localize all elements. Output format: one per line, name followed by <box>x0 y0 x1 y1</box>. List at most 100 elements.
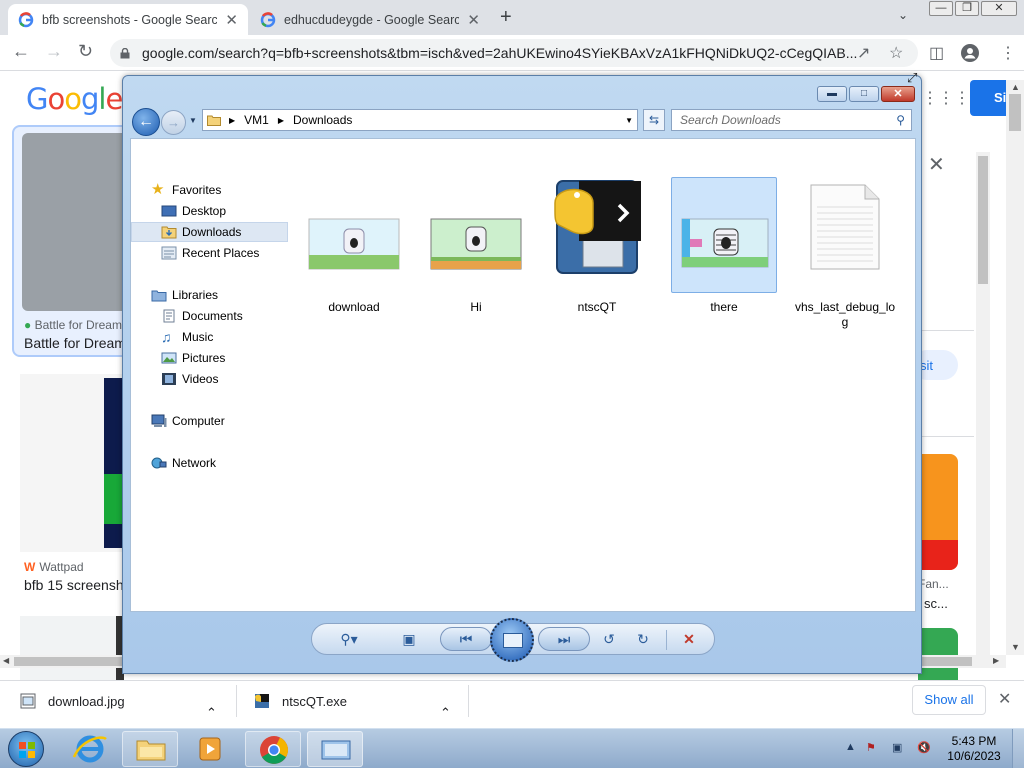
close-downloads-bar-icon[interactable]: ✕ <box>998 689 1011 709</box>
result-title[interactable]: Battle for Dream <box>24 335 126 351</box>
explorer-address-bar[interactable]: ▶ VM1 ▶ Downloads ▼ <box>202 109 638 131</box>
breadcrumb-vm1[interactable]: VM1 <box>244 113 269 127</box>
rotate-counterclockwise-icon[interactable]: ↺ <box>596 628 622 650</box>
reload-icon[interactable]: ↻ <box>78 41 93 62</box>
nav-desktop[interactable]: Desktop <box>161 204 226 218</box>
scrollbar-thumb[interactable] <box>1009 94 1021 131</box>
address-bar[interactable]: google.com/search?q=bfb+screenshots&tbm=… <box>110 39 918 67</box>
page-vertical-scrollbar[interactable]: ▲ ▼ <box>1006 80 1024 655</box>
related-title[interactable]: sc... <box>924 596 948 611</box>
result-source: W Wattpad <box>24 560 84 574</box>
nav-downloads[interactable]: Downloads <box>161 225 241 239</box>
scroll-left-arrow-icon[interactable]: ◀ <box>3 656 9 665</box>
scroll-up-arrow-icon[interactable]: ▲ <box>1011 82 1020 92</box>
show-hidden-icons-icon[interactable]: ▲ <box>845 741 856 753</box>
taskbar-internet-explorer[interactable] <box>62 731 118 767</box>
bookmark-star-icon[interactable]: ☆ <box>889 43 903 63</box>
download-options-chevron-icon[interactable]: ⌃ <box>206 693 217 733</box>
tab-search-chevron-icon[interactable]: ⌄ <box>898 8 908 22</box>
chrome-close-button[interactable]: ✕ <box>981 1 1017 16</box>
menu-kebab-icon[interactable]: ⋮ <box>1000 43 1016 63</box>
nav-recent-places[interactable]: Recent Places <box>161 246 259 260</box>
scrollbar-thumb[interactable] <box>978 156 988 284</box>
nav-network[interactable]: Network <box>151 456 216 470</box>
window-maximize-button[interactable]: □ <box>849 86 879 102</box>
chrome-restore-button[interactable]: ❐ <box>955 1 979 16</box>
result-thumbnail[interactable] <box>20 374 124 552</box>
show-desktop-button[interactable] <box>1012 729 1024 768</box>
delete-icon[interactable]: ✕ <box>676 628 702 650</box>
file-item-hi[interactable]: Hi <box>423 177 529 315</box>
related-thumbnail[interactable] <box>918 454 958 570</box>
videos-icon <box>162 373 176 385</box>
back-arrow-icon[interactable]: ← <box>12 41 30 62</box>
sign-in-button[interactable]: Si <box>970 80 1010 116</box>
windows-taskbar: ▲ ⚑ ▣ 🔇 5:43 PM 10/6/2023 <box>0 728 1024 768</box>
tab-bfb-screenshots[interactable]: bfb screenshots - Google Search ✕ <box>8 4 248 35</box>
result-title[interactable]: bfb 15 screensh <box>24 577 124 593</box>
file-item-there[interactable]: there <box>671 177 777 315</box>
tab-edhucdudeygde[interactable]: edhucdudeygde - Google Search ✕ <box>250 4 490 35</box>
file-item-ntscqt[interactable]: ntscQT <box>544 177 650 315</box>
window-close-button[interactable]: ✕ <box>881 86 915 102</box>
preview-scrollbar[interactable] <box>976 152 990 660</box>
zoom-icon[interactable]: ⚲▾ <box>336 628 362 650</box>
pictures-icon <box>161 352 177 364</box>
tab-close-icon[interactable]: ✕ <box>467 11 480 29</box>
network-status-icon[interactable]: ▣ <box>892 741 902 754</box>
side-panel-icon[interactable]: ◫ <box>929 43 944 63</box>
forward-button[interactable]: → <box>161 110 186 135</box>
breadcrumb-separator-icon: ▶ <box>229 115 236 125</box>
nav-videos[interactable]: Videos <box>161 372 218 386</box>
next-button[interactable]: ⏭ <box>538 627 590 651</box>
profile-avatar-icon[interactable] <box>960 43 980 63</box>
scroll-right-arrow-icon[interactable]: ▶ <box>993 656 999 665</box>
file-item-download[interactable]: download <box>301 177 407 315</box>
breadcrumb-downloads[interactable]: Downloads <box>293 113 352 127</box>
related-thumbnail[interactable] <box>918 628 958 680</box>
rotate-clockwise-icon[interactable]: ↻ <box>630 628 656 650</box>
search-downloads-input[interactable]: Search Downloads ⚲ <box>671 109 912 131</box>
nav-pictures[interactable]: Pictures <box>161 351 225 365</box>
file-item-vhs-last-debug-log[interactable]: vhs_last_debug_log <box>792 177 898 330</box>
preview-close-icon[interactable]: ✕ <box>928 152 945 177</box>
show-all-button[interactable]: Show all <box>912 685 986 715</box>
share-icon[interactable]: ↗ <box>857 43 870 63</box>
taskbar-media-player[interactable] <box>182 731 238 767</box>
download-options-chevron-icon[interactable]: ⌃ <box>440 693 451 733</box>
result-thumbnail[interactable] <box>20 616 124 680</box>
back-button[interactable]: ← <box>132 108 160 136</box>
scrollbar-thumb[interactable] <box>922 657 972 666</box>
nav-libraries[interactable]: Libraries <box>151 288 218 302</box>
action-center-flag-icon[interactable]: ⚑ <box>866 741 876 754</box>
recent-pages-dropdown-icon[interactable]: ▼ <box>189 116 197 125</box>
forward-arrow-icon[interactable]: → <box>45 41 63 62</box>
window-minimize-button[interactable]: ▬ <box>817 86 847 102</box>
preview-horizontal-scrollbar[interactable] <box>920 655 992 668</box>
search-icon[interactable]: ⚲ <box>896 113 905 127</box>
apps-grid-icon[interactable]: ⋮⋮⋮ <box>922 88 970 108</box>
nav-favorites[interactable]: ★ Favorites <box>151 182 221 197</box>
new-tab-button[interactable]: + <box>500 6 512 29</box>
address-dropdown-icon[interactable]: ▼ <box>625 116 633 125</box>
scrollbar-thumb[interactable] <box>14 657 124 666</box>
taskbar-photo-viewer[interactable] <box>307 731 363 767</box>
taskbar-google-chrome[interactable] <box>245 731 301 767</box>
previous-button[interactable]: ⏮ <box>440 627 492 651</box>
chrome-minimize-button[interactable]: — <box>929 1 953 16</box>
volume-muted-icon[interactable]: 🔇 <box>917 741 931 754</box>
nav-computer[interactable]: Computer <box>151 414 225 428</box>
nav-music[interactable]: ♫ Music <box>161 330 213 344</box>
tab-close-icon[interactable]: ✕ <box>225 11 238 29</box>
actual-size-icon[interactable]: ▣ <box>396 628 422 650</box>
refresh-icon[interactable]: ⇆ <box>643 109 665 131</box>
taskbar-file-explorer[interactable] <box>122 731 178 767</box>
download-item-download-jpg[interactable]: download.jpg <box>20 681 125 721</box>
slideshow-button[interactable] <box>490 618 534 662</box>
start-button[interactable] <box>8 731 44 767</box>
google-logo[interactable]: Google <box>26 82 123 116</box>
download-item-ntscqt-exe[interactable]: ntscQT.exe <box>254 681 347 721</box>
system-clock[interactable]: 5:43 PM 10/6/2023 <box>944 734 1004 764</box>
scroll-down-arrow-icon[interactable]: ▼ <box>1011 642 1020 652</box>
nav-documents[interactable]: Documents <box>161 309 243 323</box>
